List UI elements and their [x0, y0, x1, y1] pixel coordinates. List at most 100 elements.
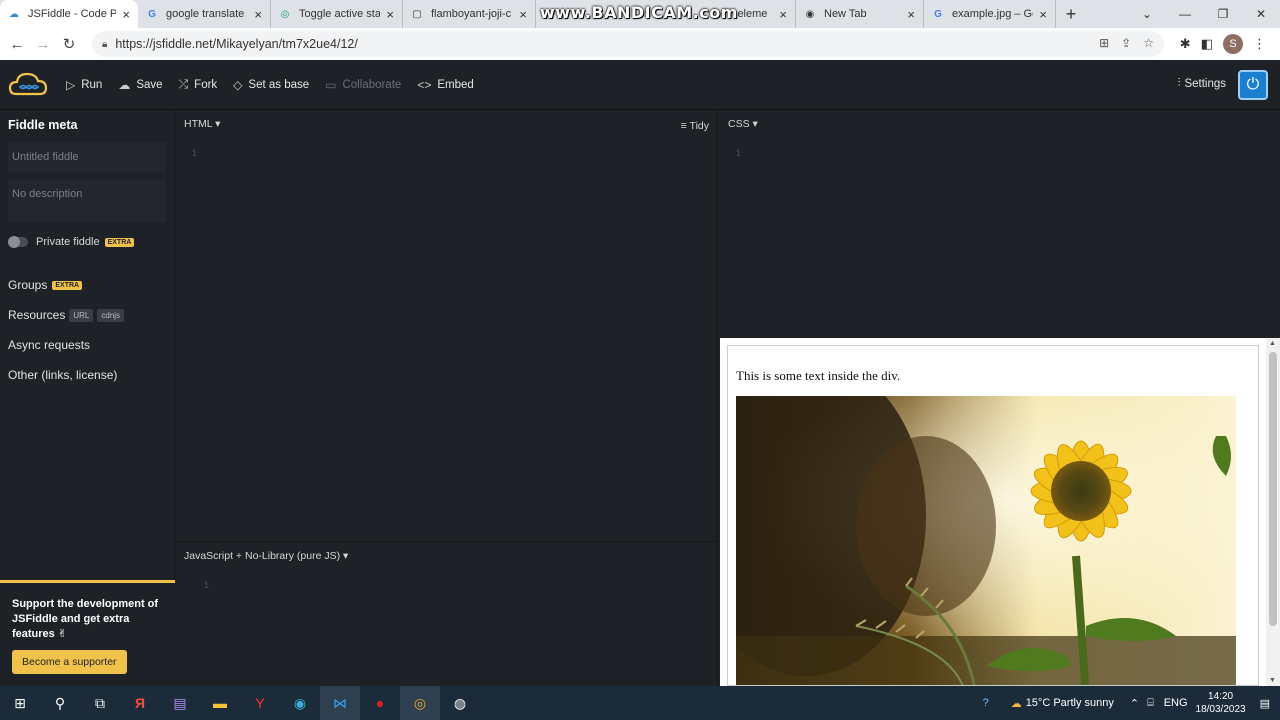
support-text: Support the development of JSFiddle and … — [12, 598, 159, 640]
url-field[interactable]: 🔒︎ https://jsfiddle.net/Mikayelyan/tm7x2… — [92, 31, 1164, 57]
result-scrollbar[interactable]: ▲ ▼ — [1266, 338, 1280, 686]
minimize-button[interactable]: — — [1166, 7, 1204, 21]
lock-icon: 🔒︎ — [102, 38, 108, 50]
language-indicator[interactable]: ENG — [1164, 697, 1188, 709]
tab-toggle-active[interactable]: ◎ Toggle active stat × — [271, 0, 403, 28]
set-as-base-button[interactable]: ◇ Set as base — [233, 78, 309, 92]
chrome-taskbar-icon[interactable]: ◎ — [400, 686, 440, 720]
close-icon[interactable]: × — [122, 7, 130, 22]
window-controls: ⌄ — ❐ ✕ — [1128, 0, 1280, 28]
notification-icon[interactable]: ▤ — [1260, 697, 1270, 710]
reload-icon[interactable]: ↻ — [56, 35, 82, 53]
obs-icon[interactable]: ◍ — [440, 686, 480, 720]
close-icon[interactable]: × — [254, 7, 262, 22]
yandex-icon[interactable]: Я — [120, 686, 160, 720]
extra-badge: EXTRA — [104, 237, 135, 247]
private-toggle[interactable] — [8, 236, 28, 248]
run-button[interactable]: ▷ Run — [66, 78, 102, 92]
menu-kebab-icon[interactable]: ⋮ — [1253, 36, 1266, 52]
close-icon[interactable]: × — [519, 7, 527, 22]
new-tab-button[interactable]: + — [1056, 0, 1086, 28]
sidebar-item-groups[interactable]: Groups EXTRA — [8, 278, 174, 292]
yandex-browser-icon[interactable]: Y — [240, 686, 280, 720]
profile-avatar[interactable]: S — [1223, 34, 1243, 54]
result-text: This is some text inside the div. — [736, 368, 901, 383]
network-icon[interactable]: ⌸ — [1147, 697, 1154, 710]
js-panel[interactable]: JavaScript + No-Library (pure JS) ▾ 1 — [176, 541, 718, 686]
sidebar-item-async[interactable]: Async requests — [8, 338, 174, 352]
result-panel[interactable]: This is some text inside the div. ▲ ▼ — [720, 338, 1280, 686]
cloud-upload-icon: ☁ — [118, 77, 131, 92]
css-panel[interactable]: CSS ▾ 1 — [720, 110, 1280, 338]
weather-text[interactable]: 15°C Partly sunny — [1026, 697, 1114, 709]
fiddle-description-input[interactable]: No description — [8, 180, 166, 222]
url-badge[interactable]: URL — [69, 308, 94, 322]
line-number: 1 — [736, 148, 742, 158]
css-panel-header[interactable]: CSS ▾ — [728, 118, 758, 130]
recording-watermark: www.BANDICAM.com — [540, 3, 738, 22]
sliders-icon: ⫶ — [1177, 77, 1181, 89]
close-window-button[interactable]: ✕ — [1242, 7, 1280, 21]
close-icon[interactable]: × — [907, 7, 915, 22]
tab-example-jpg[interactable]: G example.jpg – Go × — [924, 0, 1056, 28]
jsfiddle-icon: ☁ — [9, 8, 19, 20]
save-button[interactable]: ☁ Save — [118, 78, 162, 92]
sidebar-item-other[interactable]: Other (links, license) — [8, 368, 174, 382]
tab-jsfiddle[interactable]: ☁ JSFiddle - Code P × — [0, 0, 138, 28]
close-icon[interactable]: × — [779, 7, 787, 22]
tab-search-icon[interactable]: ⌄ — [1128, 7, 1166, 21]
search-icon[interactable]: ⚲ — [40, 686, 80, 720]
power-icon[interactable]: ⏻ — [1238, 70, 1268, 100]
jsfiddle-toolbar: ▷ Run ☁ Save ⤮ Fork ◇ Set as base ▭ Collabora… — [0, 60, 1280, 110]
support-box: Support the development of JSFiddle and … — [0, 580, 175, 686]
embed-button[interactable]: <> Embed — [417, 78, 473, 92]
scroll-up-arrow-icon[interactable]: ▲ — [1269, 340, 1276, 347]
tab-google-translate[interactable]: G google translate × — [138, 0, 271, 28]
sunflower-image — [736, 396, 1236, 685]
maximize-button[interactable]: ❐ — [1204, 7, 1242, 21]
close-icon[interactable]: × — [1039, 7, 1047, 22]
bookmark-star-icon[interactable]: ☆ — [1143, 36, 1154, 50]
windows-start-icon[interactable]: ⊞ — [0, 686, 40, 720]
translate-icon[interactable]: ⊞ — [1099, 36, 1109, 50]
tab-new-tab[interactable]: ◉ New Tab × — [796, 0, 924, 28]
weather-icon: ☁ — [1010, 697, 1022, 710]
jsfiddle-logo-icon[interactable] — [8, 70, 48, 100]
tab-flamboyant[interactable]: ▢ flamboyant-joji-c × — [403, 0, 536, 28]
close-icon[interactable]: × — [386, 7, 394, 22]
js-panel-header[interactable]: JavaScript + No-Library (pure JS) ▾ — [184, 550, 348, 562]
sidebar-item-resources[interactable]: Resources URL cdnjs — [8, 308, 174, 322]
help-icon[interactable]: ? — [983, 697, 989, 709]
private-fiddle-row: Private fiddle EXTRA — [8, 236, 166, 248]
share-icon[interactable]: ⇪ — [1121, 36, 1131, 50]
extensions-puzzle-icon[interactable]: ✱ — [1180, 36, 1191, 52]
back-icon[interactable]: ← — [4, 36, 30, 53]
side-panel-icon[interactable]: ◧ — [1201, 36, 1213, 52]
scroll-down-arrow-icon[interactable]: ▼ — [1269, 677, 1276, 684]
edge-icon[interactable]: ◉ — [280, 686, 320, 720]
tidy-button[interactable]: ≡ Tidy — [681, 120, 709, 132]
html-panel[interactable]: HTML ▾ ≡ Tidy 1 — [176, 110, 718, 540]
html-panel-header[interactable]: HTML ▾ — [184, 118, 220, 130]
app-icon[interactable]: ▤ — [160, 686, 200, 720]
forward-icon[interactable]: → — [30, 36, 56, 53]
settings-button[interactable]: ⫶ Settings — [1178, 77, 1226, 90]
become-supporter-button[interactable]: Become a supporter — [12, 650, 127, 674]
chrome-icon: ◉ — [805, 8, 815, 20]
clock[interactable]: 14:20 18/03/2023 — [1196, 690, 1246, 716]
windows-taskbar: ⊞ ⚲ ⧉ Я ▤ ▬ Y ◉ ⋈ ● ◎ ◍ ? ☁ 15°C Partly … — [0, 686, 1280, 720]
chevron-up-icon[interactable]: ⌃ — [1130, 697, 1139, 710]
fork-icon: ⤮ — [178, 77, 189, 91]
scroll-thumb[interactable] — [1269, 352, 1277, 626]
collaborate-button[interactable]: ▭ Collaborate — [325, 78, 401, 92]
task-view-icon[interactable]: ⧉ — [80, 686, 120, 720]
fork-button[interactable]: ⤮ Fork — [179, 77, 218, 92]
globe-icon: ◎ — [280, 8, 290, 20]
system-tray: ? ☁ 15°C Partly sunny ⌃ ⌸ ENG 14:20 18/0… — [983, 686, 1280, 720]
vscode-icon[interactable]: ⋈ — [320, 686, 360, 720]
google-icon: G — [148, 8, 156, 20]
record-icon[interactable]: ● — [360, 686, 400, 720]
fiddle-title-input[interactable]: Untitled fiddle — [8, 142, 166, 172]
cdnjs-badge[interactable]: cdnjs — [97, 308, 125, 322]
file-explorer-icon[interactable]: ▬ — [200, 686, 240, 720]
